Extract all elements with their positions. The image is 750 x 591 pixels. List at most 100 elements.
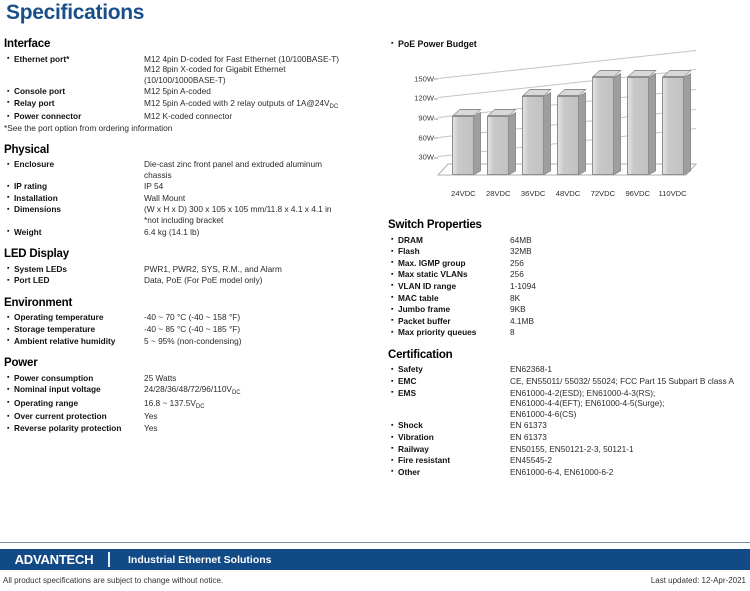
spec-label: Dimensions [14, 204, 62, 215]
chart-y-tick: 60W [418, 133, 438, 143]
bullet-icon [388, 420, 398, 431]
spec-row: Jumbo frame 9KB [388, 304, 748, 315]
spec-label: Other [398, 466, 421, 477]
spec-label: Power connector [14, 111, 82, 122]
bullet-icon [388, 327, 398, 338]
spec-section: Switch PropertiesDRAM64MBFlash32MBMax. I… [388, 219, 748, 338]
section-title: Interface [4, 38, 51, 50]
spec-value: 64MB [510, 234, 532, 245]
spec-label: Console port [14, 86, 66, 97]
bullet-icon [4, 411, 14, 422]
spec-value: 8 [510, 327, 515, 338]
section-title: Physical [4, 143, 50, 156]
spec-label: Ambient relative humidity [14, 335, 116, 346]
bullet-icon [4, 384, 14, 395]
disclaimer-text: All product specifications are subject t… [3, 575, 224, 585]
chart-x-tick: 24VDC [451, 189, 476, 199]
footer-divider [0, 542, 750, 543]
spec-row: Operating temperature -40 ~ 70 °C (-40 ~ … [4, 312, 382, 323]
bullet-icon [4, 335, 14, 346]
spec-row: Weight 6.4 kg (14.1 lb) [4, 226, 382, 237]
logo-divider [108, 552, 110, 567]
spec-row: Other EN61000-6-4, EN61000-6-2 [388, 466, 748, 477]
left-column: Interface Ethernet port* M12 4pin D-coded … [4, 38, 382, 445]
chart-x-tick: 110VDC [658, 189, 687, 199]
spec-value: -40 ~ 70 °C (-40 ~ 158 °F) [144, 312, 241, 323]
spec-row: Power connector M12 K-coded connector [4, 111, 382, 122]
spec-value: EN 61373 [510, 420, 547, 431]
spec-value: 4.1MB [510, 315, 534, 326]
bullet-icon [388, 280, 398, 291]
spec-label: Max. IGMP group [398, 257, 466, 268]
spec-value: Data, PoE (For PoE model only) [144, 275, 263, 286]
bullet-icon [4, 226, 14, 237]
chart-x-tick: 28VDC [486, 189, 511, 199]
bullet-icon [4, 86, 14, 97]
chart-bar [522, 89, 552, 176]
spec-label: System LEDs [14, 263, 68, 274]
spec-label: Installation [14, 192, 58, 203]
voltage-subscript: DC [329, 103, 339, 110]
spec-row: Vibration EN 61373 [388, 432, 748, 443]
section-footnote: *See the port option from ordering infor… [4, 122, 173, 133]
chart-bar-side-face [683, 72, 691, 176]
spec-value: 25 Watts [144, 372, 177, 383]
poe-power-budget-chart: 150W 120W 90W 60W 30W 24VDC 28VDC 36VDC 48VDC 72V… [402, 49, 702, 206]
spec-label: EMC [398, 376, 417, 387]
spec-row: Installation Wall Mount [4, 192, 382, 203]
spec-row: Ethernet port* M12 4pin D-coded for Fast … [4, 53, 382, 85]
chart-y-tick: 30W [418, 152, 438, 162]
footer-note-row: All product specifications are subject t… [0, 573, 750, 587]
last-updated-text: Last updated: 12-Apr-2021 [650, 575, 746, 585]
spec-value: M12 4pin D-coded for Fast Ethernet (10/1… [144, 53, 340, 85]
spec-row: Reverse polarity protection Yes [4, 423, 382, 434]
chart-bar-front-face [661, 76, 684, 176]
right-column: PoE Power Budget 150W 120W 90W 60W 30W 24VDC 2… [388, 38, 748, 488]
spec-row: Power consumption 25 Watts [4, 372, 382, 383]
spec-row: Shock EN 61373 [388, 420, 748, 431]
spec-value: EN62368-1 [510, 364, 552, 375]
section-title: Certification [388, 348, 453, 361]
spec-row: Max static VLANs 256 [388, 269, 748, 280]
spec-value: 9KB [510, 304, 526, 315]
spec-label: Max priority queues [398, 327, 477, 338]
spec-row: Max. IGMP group 256 [388, 257, 748, 268]
spec-value: Yes [144, 423, 158, 434]
chart-bar-front-face [557, 96, 579, 176]
spec-row: Over current protection Yes [4, 411, 382, 422]
spec-value: CE, EN55011/ 55032/ 55024; FCC Part 15 S… [510, 376, 734, 387]
spec-value: -40 ~ 85 °C (-40 ~ 185 °F) [144, 324, 241, 334]
spec-label: EMS [398, 387, 416, 398]
spec-section: Interface Ethernet port* M12 4pin D-coded … [4, 38, 382, 133]
spec-label: VLAN ID range [398, 280, 457, 291]
spec-value: EN 61373 [510, 432, 547, 442]
spec-row: Nominal input voltage 24/28/36/48/72/96/1… [4, 384, 382, 397]
bullet-icon [4, 111, 14, 122]
chart-bar-front-face [522, 96, 545, 176]
footer-tagline: Industrial Ethernet Solutions [128, 553, 272, 566]
spec-value: Wall Mount [144, 192, 186, 203]
spec-row: Safety EN62368-1 [388, 364, 748, 375]
bullet-icon [4, 397, 14, 408]
spec-row: Flash 32MB [388, 246, 748, 257]
spec-value: EN50155, EN50121-2-3, 50121-1 [510, 443, 634, 454]
spec-value: 1-1094 [510, 280, 536, 291]
spec-label: Jumbo frame [398, 304, 451, 315]
bullet-icon [4, 53, 14, 64]
spec-value: 32MB [510, 246, 532, 257]
bullet-icon [4, 204, 14, 215]
chart-y-tick: 90W [418, 113, 438, 123]
bullet-icon [4, 372, 14, 383]
bullet-icon [388, 38, 398, 49]
spec-row: Operating range 16.8 ~ 137.5VDC [4, 397, 382, 410]
chart-y-tick: 120W [414, 93, 438, 103]
chart-title: PoE Power Budget [398, 38, 477, 49]
bullet-icon [4, 181, 14, 192]
chart-bar-side-face [579, 92, 586, 176]
chart-x-tick: 96VDC [625, 189, 650, 199]
spec-label: IP rating [14, 181, 48, 192]
chart-bar-side-face [544, 92, 552, 176]
chart-bar-front-face [452, 116, 475, 176]
spec-row: Packet buffer 4.1MB [388, 315, 748, 326]
bullet-icon [4, 312, 14, 323]
